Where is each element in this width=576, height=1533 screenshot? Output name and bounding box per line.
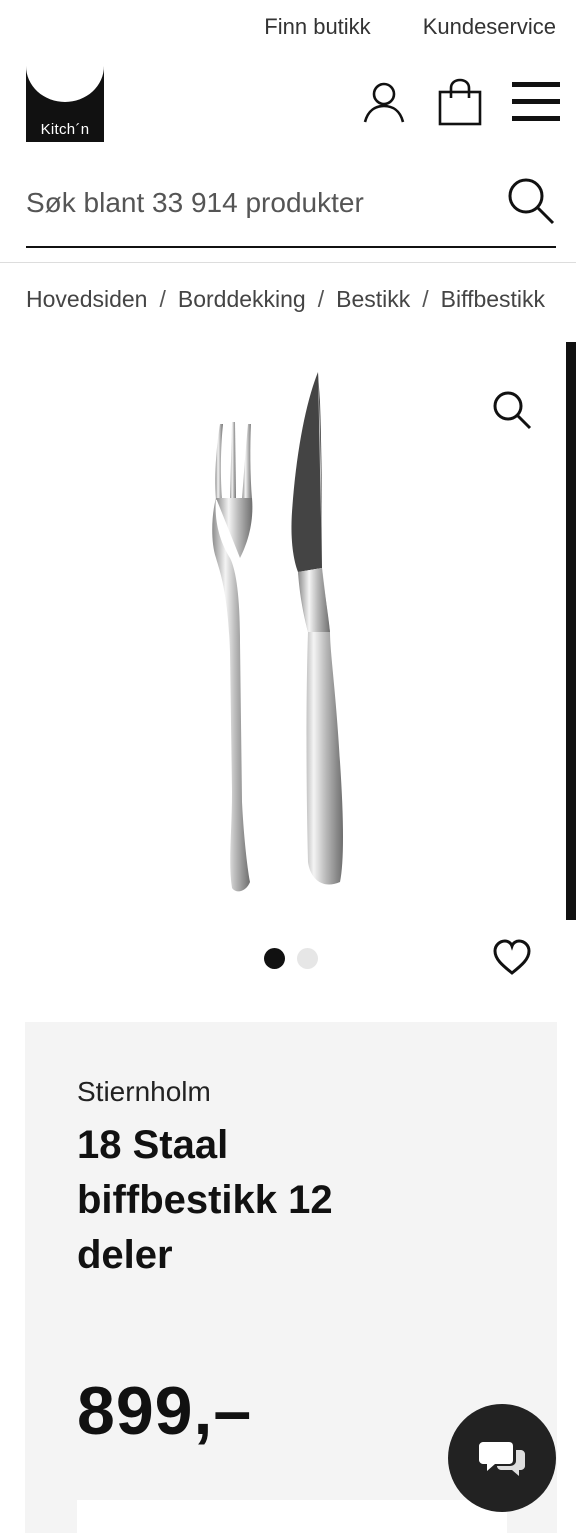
gallery-scroll-bar [566, 342, 576, 920]
breadcrumb-separator: / [317, 286, 325, 312]
breadcrumb-home[interactable]: Hovedsiden [26, 286, 147, 313]
purchase-options-box[interactable] [77, 1500, 507, 1533]
header-actions [360, 78, 560, 126]
top-links: Finn butikk Kundeservice [264, 14, 556, 40]
find-store-link[interactable]: Finn butikk [264, 14, 370, 40]
search-bar [26, 170, 556, 248]
product-image[interactable] [190, 362, 370, 902]
chat-bubbles-icon [479, 1438, 525, 1478]
breadcrumb-steak-cutlery[interactable]: Biffbestikk [441, 286, 545, 313]
breadcrumb-separator: / [159, 286, 166, 312]
chat-button[interactable] [448, 1404, 556, 1512]
gallery-dot-2[interactable] [297, 948, 318, 969]
logo-text: Kitch´n [40, 121, 90, 138]
product-price: 899,– [77, 1373, 253, 1449]
knife-shape [291, 372, 343, 885]
kitchn-logo[interactable]: Kitch´n [26, 66, 104, 142]
breadcrumb: Hovedsiden / Borddekking / Bestikk / Bif… [26, 286, 545, 313]
search-icon[interactable] [506, 176, 556, 226]
product-title: 18 Staal biffbestikk 12 deler [77, 1123, 333, 1277]
search-input[interactable] [26, 170, 486, 236]
product-brand[interactable]: Stiernholm [77, 1076, 211, 1108]
breadcrumb-table-setting[interactable]: Borddekking [178, 286, 306, 313]
logo-cup-shape [26, 66, 104, 102]
header-divider [0, 262, 576, 263]
zoom-icon[interactable] [490, 388, 534, 432]
breadcrumb-cutlery[interactable]: Bestikk [336, 286, 410, 313]
fork-shape [212, 422, 253, 892]
customer-service-link[interactable]: Kundeservice [423, 14, 556, 40]
gallery-dots [264, 948, 318, 969]
heart-icon[interactable] [492, 938, 532, 978]
menu-icon[interactable] [512, 78, 560, 126]
shopping-bag-icon[interactable] [436, 78, 484, 126]
user-icon[interactable] [360, 78, 408, 126]
breadcrumb-separator: / [422, 286, 429, 312]
gallery-dot-1[interactable] [264, 948, 285, 969]
